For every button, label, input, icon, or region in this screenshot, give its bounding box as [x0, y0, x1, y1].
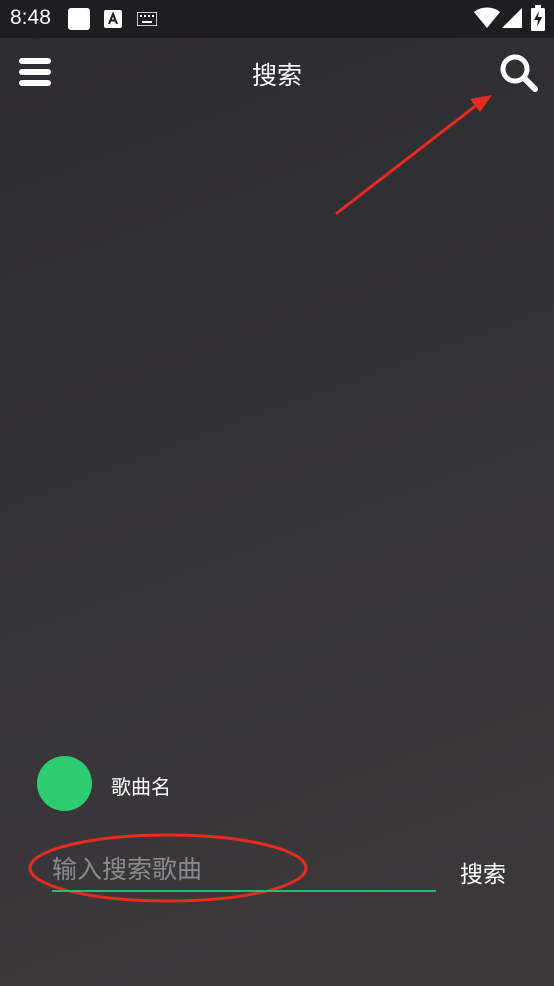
search-input[interactable]	[52, 848, 436, 892]
song-name-label: 歌曲名	[111, 775, 171, 799]
app-screen: 8:48 搜索 歌曲名 输入搜索歌曲 搜索	[0, 0, 554, 986]
battery-charging-icon	[531, 5, 545, 31]
status-time: 8:48	[10, 6, 51, 29]
annotation-arrow	[335, 95, 492, 215]
page-title: 搜索	[251, 61, 302, 90]
wifi-icon	[474, 7, 500, 28]
keyboard-a-icon	[104, 10, 122, 28]
song-list-item[interactable]: 歌曲名	[37, 756, 437, 811]
search-button[interactable]: 搜索	[448, 852, 518, 892]
status-bar: 8:48	[0, 0, 554, 38]
search-icon[interactable]	[498, 52, 540, 94]
song-avatar	[37, 756, 92, 811]
notification-square-icon	[68, 8, 90, 30]
app-toolbar: 搜索	[0, 38, 554, 108]
cell-signal-icon	[502, 8, 522, 28]
annotation-overlay	[28, 95, 492, 903]
keyboard-icon	[137, 12, 157, 26]
